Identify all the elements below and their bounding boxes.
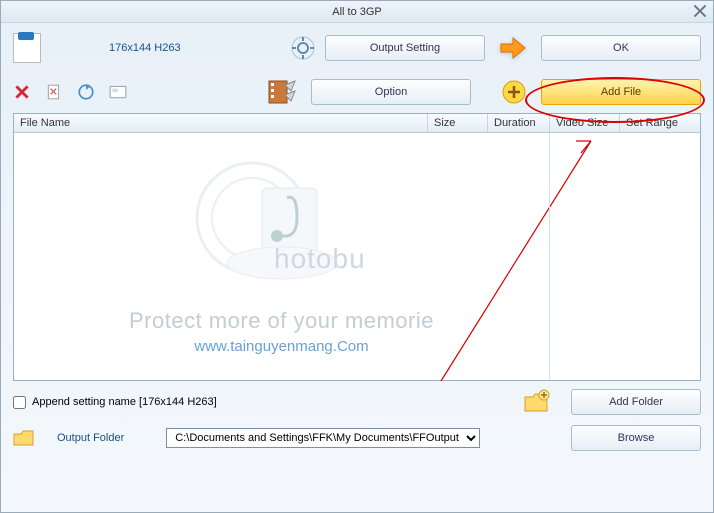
browse-button[interactable]: Browse <box>571 425 701 451</box>
new-folder-icon[interactable] <box>523 389 551 415</box>
option-button[interactable]: Option <box>311 79 471 105</box>
add-folder-label: Add Folder <box>609 396 663 408</box>
ok-label: OK <box>613 42 629 54</box>
card-icon[interactable] <box>109 83 127 101</box>
format-3gp-icon <box>13 33 41 63</box>
delete-icon[interactable] <box>13 83 31 101</box>
col-filename[interactable]: File Name <box>14 114 428 132</box>
append-setting-checkbox[interactable] <box>13 396 26 409</box>
append-setting-label: Append setting name [176x144 H263] <box>32 396 217 408</box>
output-setting-button[interactable]: Output Setting <box>325 35 485 61</box>
col-setrange[interactable]: Set Range <box>620 114 700 132</box>
ok-button[interactable]: OK <box>541 35 701 61</box>
col-duration[interactable]: Duration <box>488 114 550 132</box>
browse-label: Browse <box>618 432 655 444</box>
watermark-text-2: www.tainguyenmang.Com <box>194 338 368 355</box>
grid-header: File Name Size Duration Video Size Set R… <box>14 114 700 133</box>
col-videosize[interactable]: Video Size <box>550 114 620 132</box>
refresh-icon[interactable] <box>77 83 95 101</box>
add-file-label: Add File <box>601 86 641 98</box>
output-path-select[interactable]: C:\Documents and Settings\FFK\My Documen… <box>166 428 480 448</box>
file-grid: File Name Size Duration Video Size Set R… <box>13 113 701 381</box>
arrow-right-icon <box>499 36 527 60</box>
format-label: 176x144 H263 <box>109 42 181 54</box>
watermark: Protect more of your memorie www.tainguy… <box>14 133 549 380</box>
window-title: All to 3GP <box>332 6 382 18</box>
grid-body-right[interactable] <box>550 133 700 380</box>
output-setting-icon <box>289 34 317 62</box>
clear-icon[interactable] <box>45 83 63 101</box>
option-film-icon <box>267 79 297 105</box>
add-file-button[interactable]: Add File <box>541 79 701 105</box>
option-label: Option <box>375 86 407 98</box>
col-size[interactable]: Size <box>428 114 488 132</box>
output-setting-label: Output Setting <box>370 42 440 54</box>
watermark-text-1: Protect more of your memorie <box>129 308 434 334</box>
grid-body-left[interactable]: Protect more of your memorie www.tainguy… <box>14 133 550 380</box>
add-folder-button[interactable]: Add Folder <box>571 389 701 415</box>
add-file-icon <box>501 79 527 105</box>
title-bar: All to 3GP <box>1 1 713 23</box>
output-folder-icon[interactable] <box>13 428 35 448</box>
close-icon[interactable] <box>693 4 707 18</box>
output-folder-label: Output Folder <box>57 432 124 444</box>
